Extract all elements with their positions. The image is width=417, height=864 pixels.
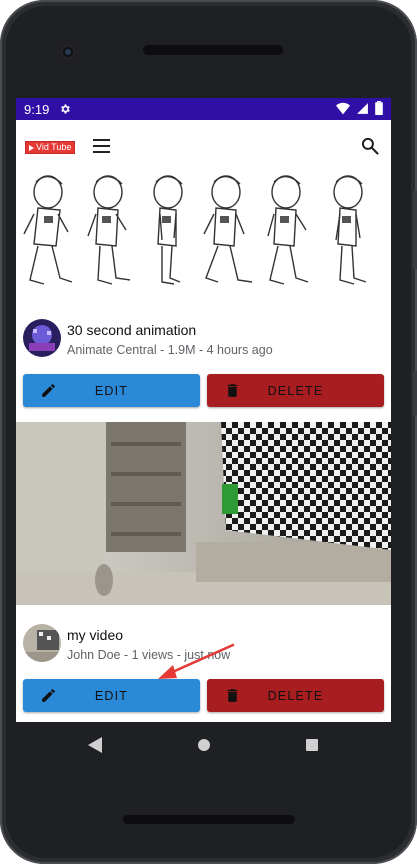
video-title[interactable]: my video (67, 627, 123, 643)
video-meta: 30 second animation Animate Central - 1.… (16, 300, 391, 374)
play-icon (29, 144, 34, 151)
video-thumbnail[interactable] (16, 174, 391, 300)
status-time: 9:19 (24, 101, 50, 117)
room-scene-image (16, 422, 391, 605)
edit-button-label: EDIT (94, 383, 129, 398)
video-actions: EDIT DELETE (16, 374, 391, 422)
back-icon[interactable] (88, 737, 102, 753)
trash-icon (227, 384, 238, 397)
recents-icon[interactable] (306, 739, 318, 751)
pencil-icon (42, 384, 55, 397)
edit-button[interactable]: EDIT (23, 374, 200, 407)
power-button (413, 370, 417, 416)
delete-button[interactable]: DELETE (207, 374, 384, 407)
battery-icon (375, 101, 383, 115)
status-bar: 9:19 (16, 98, 391, 120)
video-title[interactable]: 30 second animation (67, 322, 196, 338)
app-logo-text: Vid Tube (36, 142, 72, 152)
search-icon[interactable] (360, 136, 380, 156)
cellular-signal-icon (357, 102, 368, 114)
app-bar: Vid Tube (16, 120, 391, 174)
delete-button-label: DELETE (267, 383, 324, 398)
front-camera (60, 44, 76, 60)
pencil-icon (42, 689, 55, 702)
settings-gear-icon (61, 104, 71, 114)
annotation-arrow-icon (158, 643, 235, 679)
earpiece-speaker (143, 45, 283, 55)
walk-cycle-sketch-image (23, 175, 367, 285)
channel-avatar-image (23, 624, 61, 662)
channel-avatar[interactable] (23, 319, 61, 357)
app-logo[interactable]: Vid Tube (25, 141, 76, 154)
menu-icon[interactable] (92, 138, 112, 154)
volume-button (413, 190, 417, 270)
bottom-speaker (123, 815, 295, 824)
channel-avatar-image (23, 319, 61, 357)
home-icon[interactable] (198, 739, 210, 751)
video-thumbnail[interactable] (16, 422, 391, 605)
channel-avatar[interactable] (23, 624, 61, 662)
status-icons (336, 101, 383, 115)
edit-button-label: EDIT (94, 688, 129, 703)
system-navigation-bar (16, 722, 391, 768)
video-actions: EDIT DELETE (16, 679, 391, 722)
delete-button-label: DELETE (267, 688, 324, 703)
wifi-icon (336, 102, 350, 114)
screen: 9:19 Vid Tube 30 second animation Animat… (16, 98, 391, 722)
video-subtitle: Animate Central - 1.9M - 4 hours ago (67, 343, 273, 357)
trash-icon (227, 689, 238, 702)
